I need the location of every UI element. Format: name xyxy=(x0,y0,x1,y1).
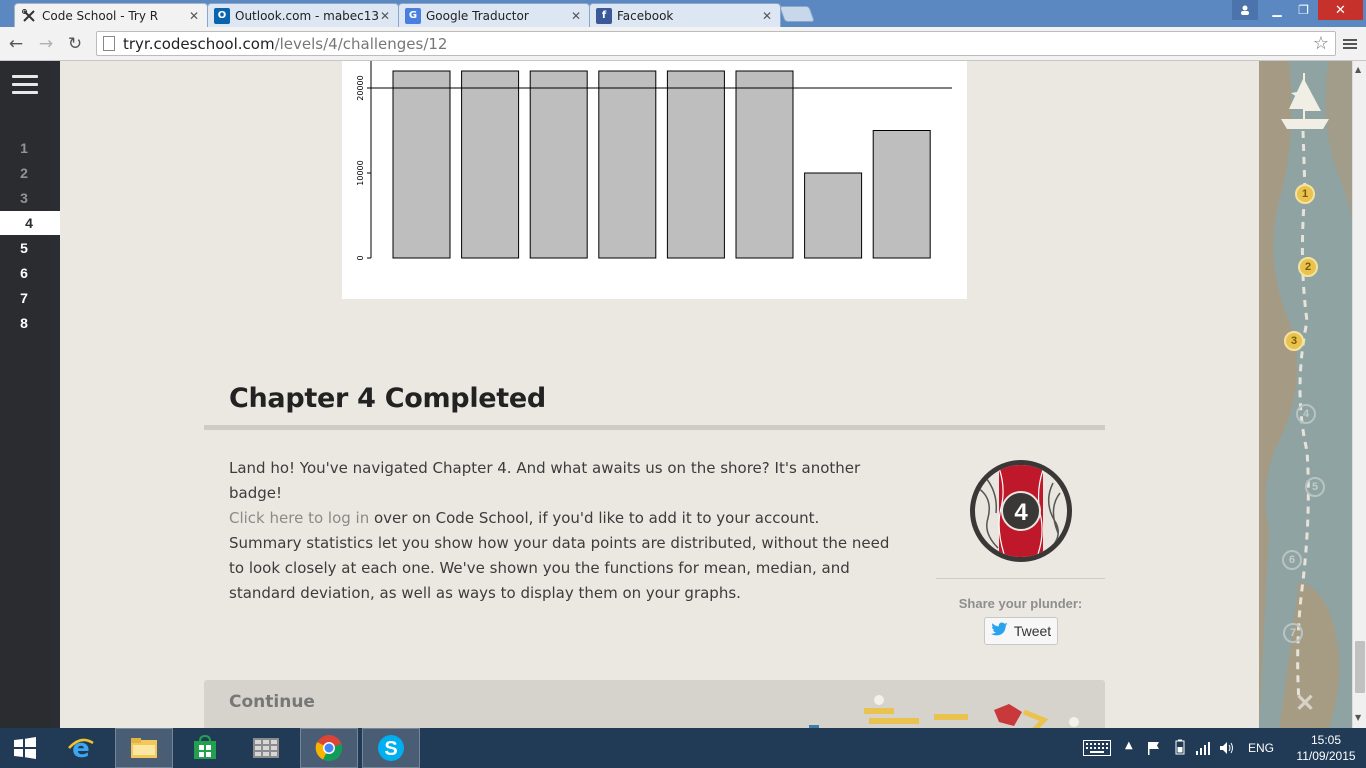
browser-tab-strip: Code School - Try R ✕ O Outlook.com - ma… xyxy=(0,0,1366,27)
scroll-down-arrow[interactable]: ▼ xyxy=(1355,713,1361,722)
keyboard-icon[interactable] xyxy=(1083,740,1111,760)
file-explorer-icon[interactable] xyxy=(115,728,173,768)
chapter-badge: 4 xyxy=(968,458,1074,564)
windows-taskbar: e S ▲ ENG 15:05 11/09/2015 xyxy=(0,728,1366,768)
scroll-thumb[interactable] xyxy=(1355,641,1365,693)
minimize-button[interactable]: ▁ xyxy=(1264,0,1290,20)
bookmark-star-icon[interactable]: ☆ xyxy=(1313,33,1329,54)
skype-icon[interactable]: S xyxy=(362,728,420,768)
bar-8 xyxy=(872,130,931,259)
reload-button[interactable]: ↻ xyxy=(63,32,87,56)
y-tick-label: 0 xyxy=(356,255,365,260)
back-button[interactable]: ← xyxy=(4,32,28,56)
bar-plot: 0 10000 20000 xyxy=(342,61,967,299)
share-label: Share your plunder: xyxy=(958,596,1083,611)
svg-text:S: S xyxy=(384,738,397,760)
browser-toolbar: ← → ↻ tryr.codeschool.com /levels/4/chal… xyxy=(0,27,1366,61)
close-window-button[interactable]: ✕ xyxy=(1318,0,1363,20)
flag-icon[interactable] xyxy=(1147,740,1161,759)
internet-explorer-icon[interactable]: e xyxy=(52,728,110,768)
completion-paragraph: Land ho! You've navigated Chapter 4. And… xyxy=(229,459,861,527)
sidebar-level-3[interactable]: 3 xyxy=(0,186,50,210)
map-node-5[interactable]: 5 xyxy=(1305,477,1325,497)
tweet-button[interactable]: Tweet xyxy=(984,617,1058,645)
tab-code-school[interactable]: Code School - Try R ✕ xyxy=(14,3,208,27)
scroll-up-arrow[interactable]: ▲ xyxy=(1355,65,1361,74)
close-tab-icon[interactable]: ✕ xyxy=(569,9,583,23)
twitter-bird-icon xyxy=(990,622,1009,640)
sidebar-level-1[interactable]: 1 xyxy=(0,136,50,160)
volume-icon[interactable] xyxy=(1219,740,1235,759)
hamburger-menu-button[interactable] xyxy=(12,75,38,97)
system-clock[interactable]: 15:05 11/09/2015 xyxy=(1290,732,1362,764)
sidebar-level-6[interactable]: 6 xyxy=(0,261,50,285)
title-divider xyxy=(204,425,1105,430)
level-sidebar: 12345678 xyxy=(0,61,60,728)
forward-button[interactable]: → xyxy=(34,32,58,56)
google-translate-icon: G xyxy=(405,7,421,24)
bar-1 xyxy=(392,70,451,259)
clock-date: 11/09/2015 xyxy=(1296,749,1356,763)
user-profile-icon[interactable] xyxy=(1232,0,1258,20)
continue-button[interactable]: Continue xyxy=(204,680,1105,728)
url-path: /levels/4/challenges/12 xyxy=(274,34,448,53)
close-tab-icon[interactable]: ✕ xyxy=(187,9,201,23)
map-node-4[interactable]: 4 xyxy=(1296,404,1316,424)
challenge-content: 0 10000 20000 Chapter 4 Completed Land ho!… xyxy=(60,61,1259,728)
network-signal-icon[interactable] xyxy=(1195,740,1211,759)
bar-7 xyxy=(804,172,863,259)
sidebar-level-4[interactable]: 4 xyxy=(0,211,60,235)
sidebar-level-7[interactable]: 7 xyxy=(0,286,50,310)
page-icon xyxy=(103,36,115,51)
map-node-3[interactable]: 3 xyxy=(1284,331,1304,351)
share-divider xyxy=(936,578,1105,579)
address-bar[interactable]: tryr.codeschool.com /levels/4/challenges… xyxy=(96,31,1336,56)
language-indicator[interactable]: ENG xyxy=(1248,741,1274,755)
decorative-illustration xyxy=(809,695,1079,728)
close-tab-icon[interactable]: ✕ xyxy=(760,9,774,23)
treasure-map: ✕ 1 2 3 4 5 6 7 xyxy=(1259,61,1352,728)
y-tick-label: 10000 xyxy=(356,160,365,185)
battery-icon[interactable] xyxy=(1172,739,1188,759)
bar-6 xyxy=(735,70,794,259)
chrome-icon[interactable] xyxy=(300,728,358,768)
bar-5 xyxy=(666,70,725,259)
tab-outlook[interactable]: O Outlook.com - mabec130 ✕ xyxy=(207,3,399,27)
svg-text:e: e xyxy=(72,734,90,763)
map-node-2[interactable]: 2 xyxy=(1298,257,1318,277)
svg-text:4: 4 xyxy=(1014,499,1028,526)
bar-3 xyxy=(529,70,588,259)
summary-paragraph: Summary statistics let you show how your… xyxy=(229,534,890,602)
sidebar-level-8[interactable]: 8 xyxy=(0,311,50,335)
map-node-7[interactable]: 7 xyxy=(1283,623,1303,643)
tab-facebook[interactable]: f Facebook ✕ xyxy=(589,3,781,27)
page-scrollbar[interactable]: ▲ ▼ xyxy=(1352,61,1366,728)
restore-button[interactable]: ❐ xyxy=(1290,0,1317,20)
continue-label: Continue xyxy=(229,692,315,712)
windows-store-icon[interactable] xyxy=(176,728,234,768)
outlook-icon: O xyxy=(214,7,230,24)
login-link[interactable]: Click here to log in xyxy=(229,509,369,527)
clock-time: 15:05 xyxy=(1310,733,1342,747)
new-tab-button[interactable] xyxy=(779,6,815,22)
facebook-icon: f xyxy=(596,7,612,24)
svg-text:✕: ✕ xyxy=(1295,690,1315,717)
bar-2 xyxy=(461,70,520,259)
map-node-6[interactable]: 6 xyxy=(1282,550,1302,570)
bar-4 xyxy=(598,70,657,259)
page-viewport: 12345678 0 10000 20000 Chapter 4 Completed… xyxy=(0,61,1366,728)
windows-start-icon[interactable] xyxy=(0,728,50,768)
tools-icon xyxy=(21,8,37,24)
chrome-menu-button[interactable] xyxy=(1338,32,1362,56)
sidebar-level-5[interactable]: 5 xyxy=(0,236,50,260)
tab-google-translate[interactable]: G Google Traductor ✕ xyxy=(398,3,590,27)
y-tick-label: 20000 xyxy=(356,75,365,100)
chapter-title: Chapter 4 Completed xyxy=(229,383,546,414)
map-node-1[interactable]: 1 xyxy=(1295,184,1315,204)
pixel-grid-app-icon[interactable] xyxy=(237,728,295,768)
sidebar-level-2[interactable]: 2 xyxy=(0,161,50,185)
url-host: tryr.codeschool.com xyxy=(123,34,275,53)
close-tab-icon[interactable]: ✕ xyxy=(378,9,392,23)
tray-expand-icon[interactable]: ▲ xyxy=(1125,740,1133,751)
